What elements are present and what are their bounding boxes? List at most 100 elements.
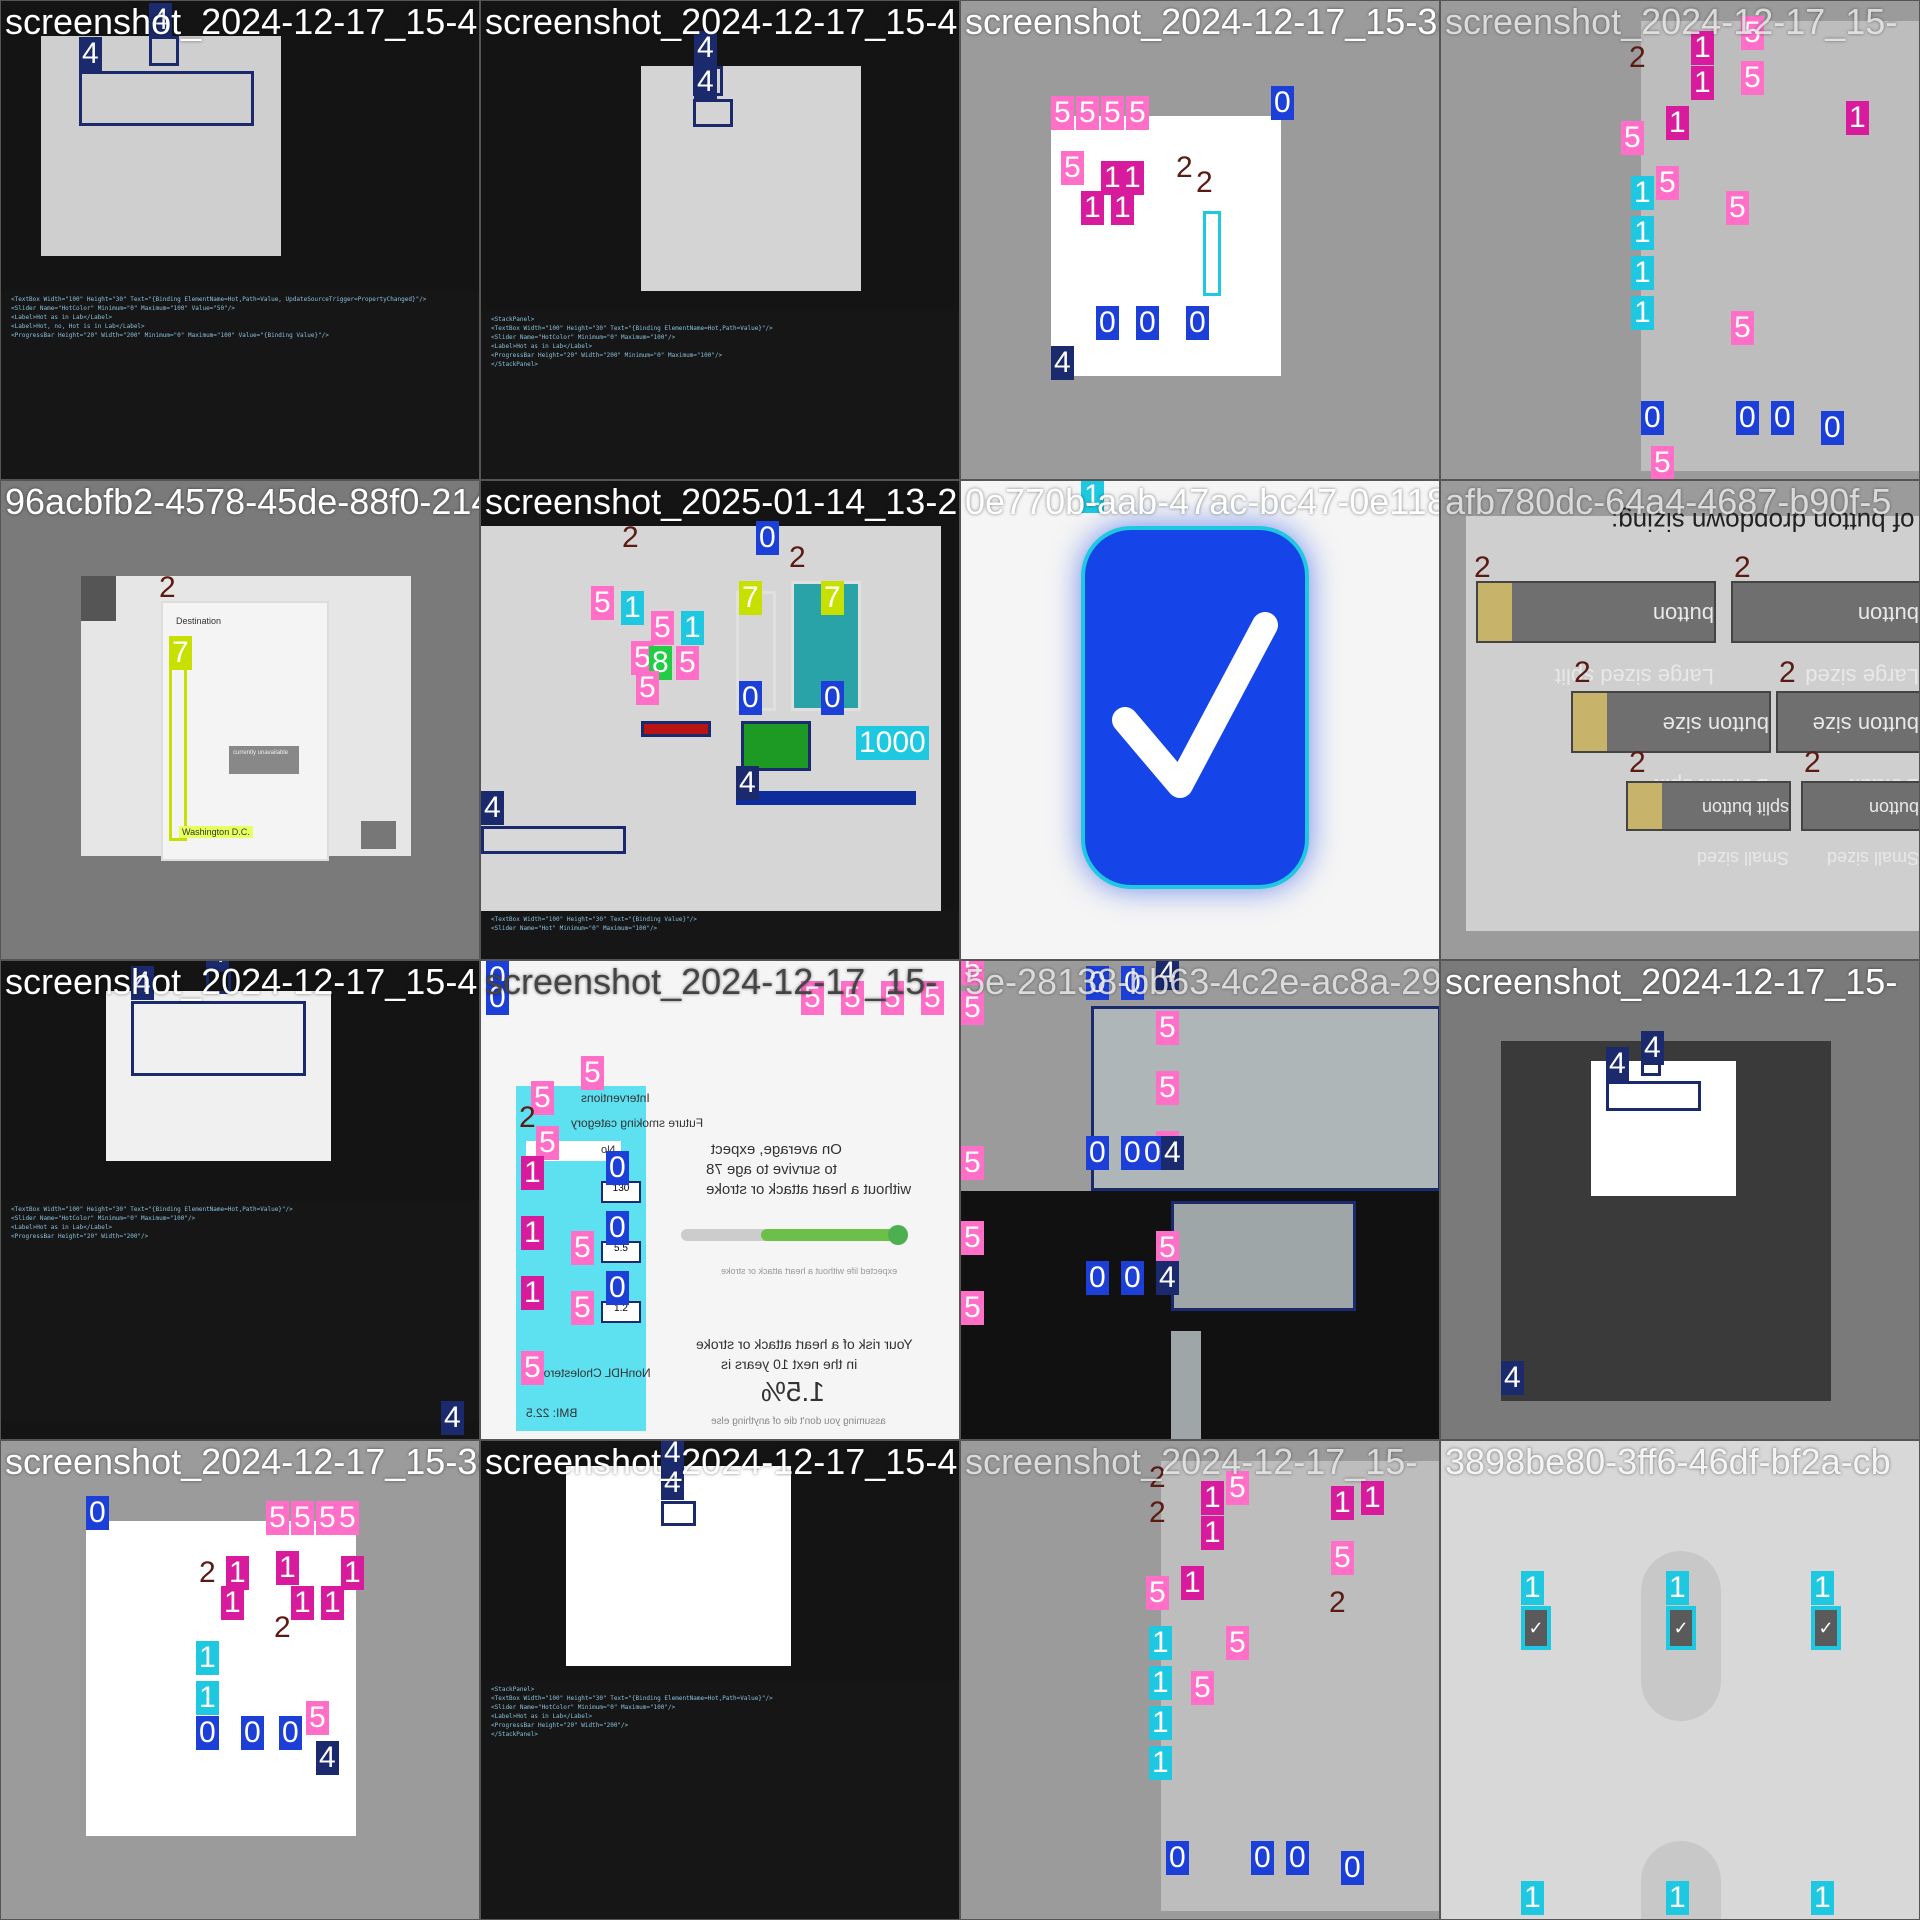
tile-1: screenshot_2024-12-17_15-46-47.png 4 4 <… <box>480 0 960 480</box>
annotation-tag: 5 <box>1076 96 1099 130</box>
annotation-tag: 4 <box>441 1401 464 1435</box>
annotation-tag: 1 <box>321 1586 344 1620</box>
tile-title: screenshot_2024-12-17_15-30-06.png <box>5 1441 479 1482</box>
interventions-heading: Interventions <box>581 1091 650 1105</box>
annotation-tag: 5 <box>1621 121 1644 155</box>
annotation-tag: 2 <box>1574 656 1591 689</box>
risk-caption: assuming you don't die of anything else <box>711 1416 886 1427</box>
tile-title: 96acbfb2-4578-45de-88f0-21485ee3acbf.png <box>5 481 479 522</box>
caret-down-icon[interactable] <box>1573 693 1607 751</box>
annotation-tag: 1 <box>276 1551 299 1585</box>
annotation-tag: 2 <box>199 1556 216 1589</box>
annotation-tag: 0 <box>196 1716 219 1750</box>
code-editor: <TextBox Width="100" Height="30" Text="{… <box>1 1201 479 1421</box>
spreadsheet-3 <box>1171 1331 1201 1439</box>
annotation-tag: 1 <box>1149 1746 1172 1780</box>
button-large[interactable]: Large sized button <box>1731 581 1919 689</box>
annotation-tag: 1 <box>1111 191 1134 225</box>
annotation-tag: 5 <box>571 1231 594 1265</box>
tile-title: 0e770b-aab-47ac-bc47-0e1180 <box>965 481 1440 522</box>
annotation-tag: 5 <box>1226 1626 1249 1660</box>
progress-bar <box>736 791 916 805</box>
split-button-small[interactable]: Small sized split button <box>1626 781 1791 868</box>
annotation-tag: 2 <box>789 541 806 574</box>
annotation-tag: 1000 <box>856 726 929 760</box>
tile-title: 5e-28138-bb63-4c2e-ac8a-29d2481c47a2.png <box>965 961 1440 1002</box>
checkbox-icon[interactable]: ✓ <box>1666 1606 1696 1650</box>
code-editor: <TextBox Width="100" Height="30" Text="{… <box>1 291 479 479</box>
annotation-tag: 1 <box>1631 296 1654 330</box>
checkbox-icon[interactable]: ✓ <box>1521 1606 1551 1650</box>
annotation-tag: 0 <box>1186 306 1209 340</box>
checkbox-icon[interactable]: ✓ <box>1811 1606 1841 1650</box>
annotation-tag: 1 <box>621 591 644 625</box>
annotation-tag: 5 <box>1656 166 1679 200</box>
annotation-tag: 5 <box>1731 311 1754 345</box>
annotation-tag: 0 <box>606 1151 629 1185</box>
annotation-tag: 1 <box>1846 101 1869 135</box>
caret-down-icon[interactable] <box>1628 783 1662 829</box>
tile-12: screenshot_2024-12-17_15-30-06.png 0 5 5… <box>0 1440 480 1920</box>
annotation-tag: 7 <box>169 636 192 670</box>
annotation-tag: 1 <box>196 1681 219 1715</box>
annotation-tag: 1 <box>521 1216 544 1250</box>
code-editor: <StackPanel> <TextBox Width="100" Height… <box>481 311 959 479</box>
annotation-tag: 2 <box>1804 746 1821 779</box>
life-slider-knob[interactable] <box>888 1225 908 1245</box>
annotation-tag: 4 <box>694 65 717 99</box>
annotation-tag: 0 <box>1086 1136 1109 1170</box>
code-editor: <TextBox Width="100" Height="30" Text="{… <box>481 911 959 959</box>
annotation-tag: 2 <box>274 1611 291 1644</box>
annotation-tag: 5 <box>521 1351 544 1385</box>
tile-title: screenshot_2024-12-17_15- <box>485 961 938 1002</box>
annotation-tag: 1 <box>1081 191 1104 225</box>
tile-9: screenshot_2024-12-17_15- Interventions … <box>480 960 960 1440</box>
annotation-tag: 1 <box>521 1276 544 1310</box>
button-default[interactable]: Default button size <box>1776 691 1919 799</box>
annotation-tag: 2 <box>1149 1496 1166 1529</box>
spreadsheet-2 <box>1171 1201 1356 1311</box>
annotation-box <box>661 1501 696 1526</box>
app-window <box>1051 116 1281 376</box>
corner-block <box>81 576 116 621</box>
option-city[interactable]: Washington D.C. <box>179 826 253 838</box>
dropdown-label[interactable]: Destination <box>176 616 221 626</box>
split-button-large[interactable]: Large sized split button <box>1476 581 1716 689</box>
annotation-tag: 5 <box>336 1501 359 1535</box>
risk-value: 1.5% <box>761 1376 825 1407</box>
annotation-tag: 2 <box>159 571 176 604</box>
annotation-tag: 0 <box>606 1211 629 1245</box>
tile-6: 0e770b-aab-47ac-bc47-0e1180 1 <box>960 480 1440 960</box>
annotation-tag: 5 <box>961 1221 984 1255</box>
tile-title: screenshot_2024-12-17_15- <box>965 1441 1418 1482</box>
annotation-tag: 5 <box>636 671 659 705</box>
annotation-tag: 1 <box>221 1586 244 1620</box>
annotation-tag: 1 <box>1149 1706 1172 1740</box>
tile-title: screenshot_2024-12-17_15-46-47.png <box>485 1 959 42</box>
annotation-tag: 0 <box>1341 1851 1364 1885</box>
annotation-tag: 5 <box>1101 96 1124 130</box>
annotation-tag: 5 <box>581 1056 604 1090</box>
expect-line-1: On average, expect <box>711 1141 842 1158</box>
tile-0: screenshot_2024-12-17_15-47-45.png 4 4 <… <box>0 0 480 480</box>
annotation-tag: 5 <box>651 611 674 645</box>
button-small[interactable]: Small sized button <box>1801 781 1919 868</box>
tile-13: screenshot_2024-12-17_15-46-46.png 4 4 <… <box>480 1440 960 1920</box>
annotation-tag: 0 <box>1641 401 1664 435</box>
annotation-tag: 1 <box>291 1586 314 1620</box>
annotation-tag: 0 <box>1086 1261 1109 1295</box>
annotation-tag: 5 <box>1061 151 1084 185</box>
annotation-tag: 5 <box>1051 96 1074 130</box>
annotation-tag: 7 <box>821 581 844 615</box>
caret-down-icon[interactable] <box>1478 583 1512 641</box>
checkmark-icon[interactable] <box>1081 526 1309 889</box>
annotation-tag: 2 <box>1196 166 1213 199</box>
annotation-box <box>1203 211 1221 296</box>
annotation-tag: 4 <box>1501 1361 1524 1395</box>
bmi-label: BMI: 22.5 <box>526 1406 578 1420</box>
split-button-default[interactable]: Default split button size <box>1571 691 1771 799</box>
annotation-tag: 0 <box>279 1716 302 1750</box>
green-button[interactable] <box>741 721 811 771</box>
slider-caption: expected life without a heart attack or … <box>721 1266 898 1276</box>
annotation-tag: 5 <box>1191 1671 1214 1705</box>
